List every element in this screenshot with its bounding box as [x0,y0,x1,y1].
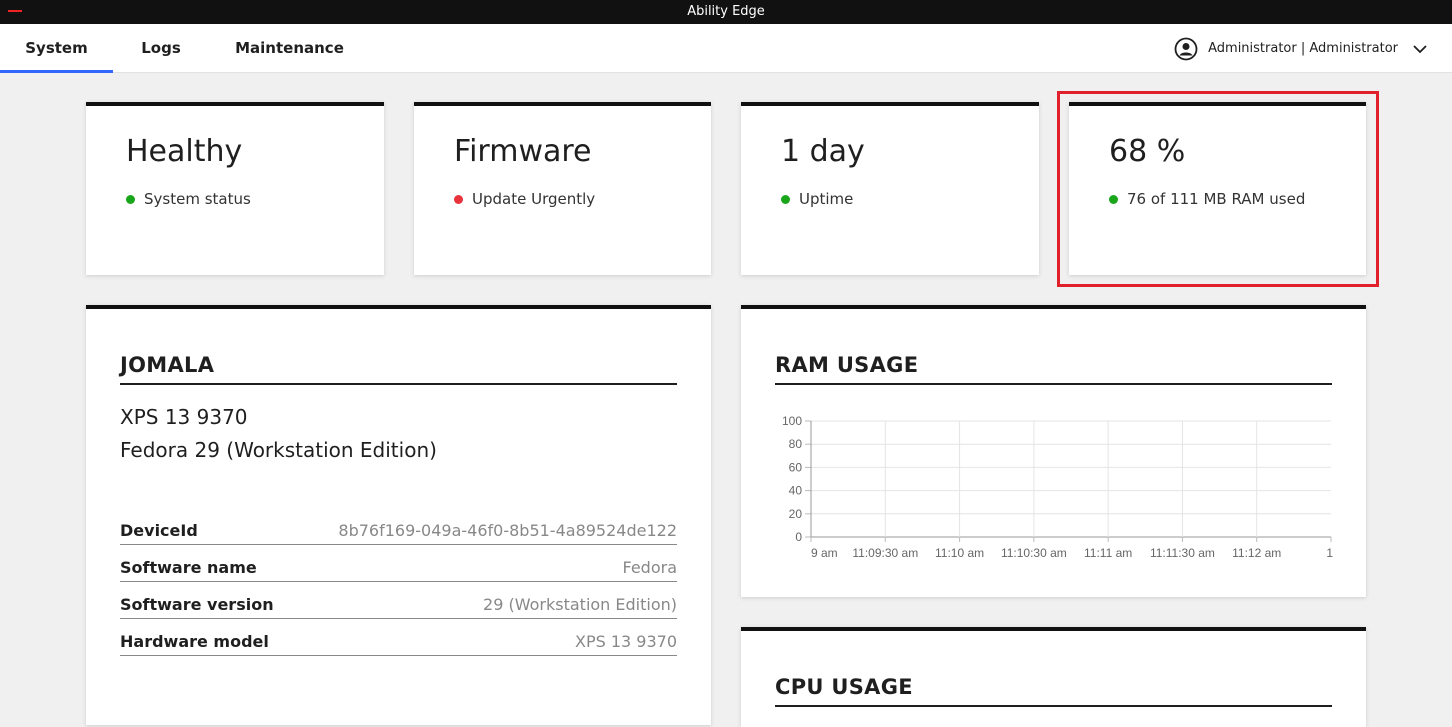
chart-tick-label-y: 20 [789,507,803,521]
property-row-hardware-model: Hardware model XPS 13 9370 [120,630,677,656]
window-titlebar: Ability Edge [0,0,1452,24]
divider [120,383,677,385]
property-key: Software name [120,558,257,577]
property-key: DeviceId [120,521,198,540]
stat-value: Firmware [454,134,592,169]
user-name: Administrator | Administrator [1208,41,1398,56]
property-key: Software version [120,595,274,614]
stat-label: Uptime [799,190,854,208]
divider [775,383,1332,385]
status-dot-icon [126,194,135,204]
device-name-heading: JOMALA [120,353,215,377]
property-row-software-name: Software name Fedora [120,556,677,582]
stat-value: 1 day [781,134,865,169]
user-menu[interactable]: Administrator | Administrator [1174,24,1428,73]
chart-tick-label-y: 0 [795,530,802,544]
stat-label-row: Uptime [781,190,853,208]
chart-tick-label-x: 11:10:30 am [1001,546,1067,560]
chart-tick-label-x: 9 am [811,546,838,560]
chart-tick-label-y: 100 [782,414,802,428]
stat-card-firmware: Firmware Update Urgently [414,102,711,275]
ram-usage-card: RAM USAGE 100 80 60 40 20 0 9 am 11:09:30 am 11:… [741,305,1366,597]
stat-value: 68 % [1109,134,1186,169]
device-info-card: JOMALA XPS 13 9370 Fedora 29 (Workstatio… [86,305,711,725]
stat-card-uptime: 1 day Uptime [741,102,1039,275]
chart-tick-label-x: 11:09:30 am [852,546,918,560]
divider [775,705,1332,707]
status-dot-icon [454,194,463,204]
tab-logs[interactable]: Logs [130,24,192,73]
tab-maintenance[interactable]: Maintenance [232,24,347,73]
property-value: 29 (Workstation Edition) [483,595,677,614]
stat-value: Healthy [126,134,243,169]
stat-label-row: Update Urgently [454,190,595,208]
chart-tick-label-x: 11:10 am [935,546,984,560]
property-row-deviceid: DeviceId 8b76f169-049a-46f0-8b51-4a89524… [120,519,677,545]
stat-label-row: System status [126,190,251,208]
stat-card-system-status: Healthy System status [86,102,384,275]
property-value: XPS 13 9370 [574,632,677,651]
stat-label-row: 76 of 111 MB RAM used [1109,190,1305,208]
chart-tick-label-y: 80 [789,437,803,451]
chart-tick-label-y: 60 [789,460,803,474]
device-os-line: Fedora 29 (Workstation Edition) [120,438,437,462]
property-key: Hardware model [120,632,269,651]
cpu-usage-heading: CPU USAGE [775,675,913,699]
chart-tick-label-x: 11:11:30 am [1150,546,1215,560]
chevron-down-icon[interactable] [1412,41,1428,57]
window-menu-icon[interactable] [8,10,22,12]
chart-tick-label-x: 11:12 am [1232,546,1281,560]
stat-label: Update Urgently [472,190,596,208]
ram-usage-chart: 100 80 60 40 20 0 9 am 11:09:30 am 11:10 am 11:10… [782,414,1333,560]
tab-system[interactable]: System [0,24,113,73]
chart-tick-label-y: 40 [789,484,803,498]
status-dot-icon [1109,194,1118,204]
window-title: Ability Edge [687,4,765,19]
stat-label: 76 of 111 MB RAM used [1127,190,1306,208]
ram-usage-heading: RAM USAGE [775,353,919,377]
device-model-line: XPS 13 9370 [120,405,248,429]
property-row-software-version: Software version 29 (Workstation Edition… [120,593,677,619]
status-dot-icon [781,194,790,204]
cpu-usage-card: CPU USAGE [741,627,1366,727]
user-avatar-icon [1174,37,1198,60]
property-value: Fedora [622,558,678,577]
stat-card-ram: 68 % 76 of 111 MB RAM used [1069,102,1366,275]
chart-tick-label-x: 1 [1326,546,1333,560]
property-value: 8b76f169-049a-46f0-8b51-4a89524de122 [338,521,677,540]
stat-label: System status [144,190,251,208]
top-navigation: System Logs Maintenance Administrator | … [0,24,1452,73]
chart-tick-label-x: 11:11 am [1084,546,1132,560]
